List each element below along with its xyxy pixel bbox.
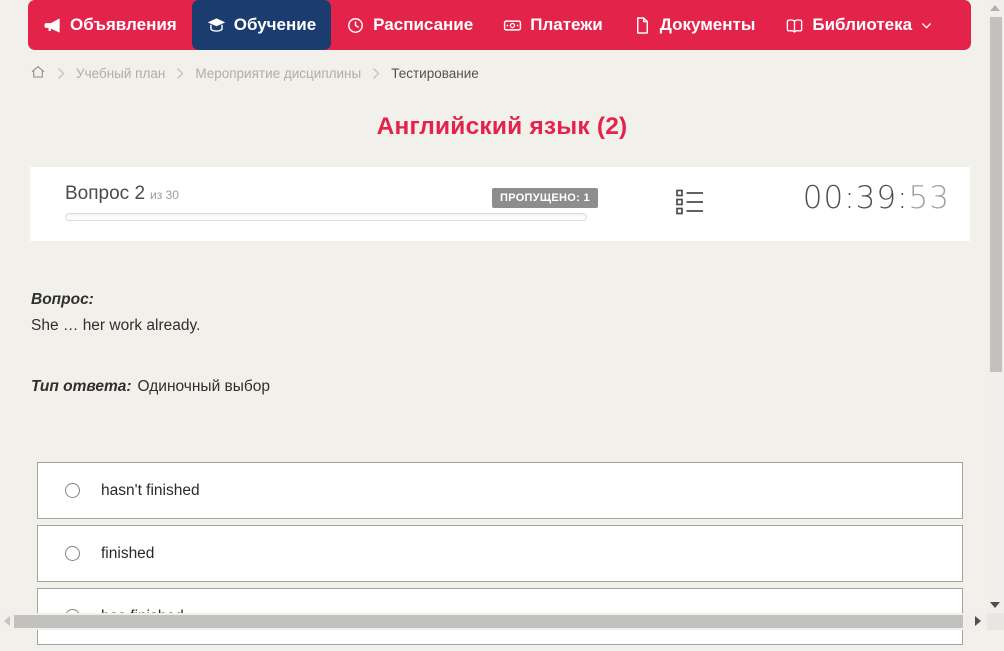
nav-item-label: Обучение [233,15,317,34]
nav-item-label: Платежи [530,15,603,34]
option-label: finished [101,544,155,562]
scrollbar-corner [987,613,1004,630]
scroll-left-arrow-icon[interactable] [4,616,10,626]
timer-seconds: 53 [908,180,950,216]
timer: 00:39:53 [803,180,950,216]
question-label: Вопрос: [31,291,94,308]
breadcrumb: Учебный план Мероприятие дисциплины Тест… [30,62,479,84]
question-counter: Вопрос 2 из 30 [65,183,179,205]
timer-hours-minutes: 00:39: [802,180,909,216]
open-book-icon [785,16,804,35]
chevron-right-icon [176,67,184,80]
question-text: She … her work already. [31,317,201,334]
nav-item-label: Расписание [373,15,474,34]
nav-item-label: Документы [659,15,756,34]
horizontal-scrollbar[interactable] [0,613,987,630]
breadcrumb-link-curriculum[interactable]: Учебный план [76,66,165,81]
question-list-icon [675,189,705,220]
megaphone-icon [43,16,62,35]
option-label: hasn't finished [101,481,200,499]
chevron-right-icon [372,67,380,80]
scroll-down-arrow-icon[interactable] [990,602,1000,608]
nav-item-label: Библиотека [812,15,913,34]
breadcrumb-current-testing: Тестирование [391,65,479,81]
answer-option[interactable]: finished [37,525,963,582]
answer-type: Тип ответа: Одиночный выбор [31,378,270,396]
question-number: Вопрос 2 [65,183,146,204]
nav-item-schedule[interactable]: Расписание [331,0,488,50]
document-icon [633,16,652,35]
nav-item-library[interactable]: Библиотека [770,0,948,50]
page-title: Английский язык (2) [376,113,628,140]
breadcrumb-link-discipline-event[interactable]: Мероприятие дисциплины [195,66,361,81]
progress-bar [65,213,587,221]
vertical-scrollbar[interactable] [987,0,1004,613]
main-nav: Объявления Обучение Расписание Платежи Д… [28,0,971,50]
radio-button[interactable] [65,483,80,498]
missed-badge: ПРОПУЩЕНО: 1 [492,188,598,208]
clock-icon [346,16,365,35]
question-total: из 30 [150,188,179,202]
banknote-icon [503,16,522,35]
nav-item-label: Объявления [70,15,177,34]
nav-item-documents[interactable]: Документы [618,0,771,50]
scroll-right-arrow-icon[interactable] [975,616,981,626]
nav-item-learning[interactable]: Обучение [191,0,332,50]
scroll-up-arrow-icon[interactable] [990,5,1000,11]
answer-option[interactable]: hasn't finished [37,462,963,519]
home-icon[interactable] [30,64,46,83]
nav-item-payments[interactable]: Платежи [488,0,618,50]
quiz-header-card: Вопрос 2 из 30 ПРОПУЩЕНО: 1 00:39:53 [30,167,970,241]
vertical-scroll-thumb[interactable] [990,17,1002,372]
radio-button[interactable] [65,546,80,561]
graduation-cap-icon [207,16,226,35]
chevron-down-icon [920,19,933,32]
answer-type-value: Одиночный выбор [137,378,271,395]
horizontal-scroll-thumb[interactable] [14,615,963,628]
nav-item-announcements[interactable]: Объявления [28,0,192,50]
answer-type-label: Тип ответа: [31,378,132,395]
question-list-button[interactable] [672,184,708,222]
chevron-right-icon [57,67,65,80]
